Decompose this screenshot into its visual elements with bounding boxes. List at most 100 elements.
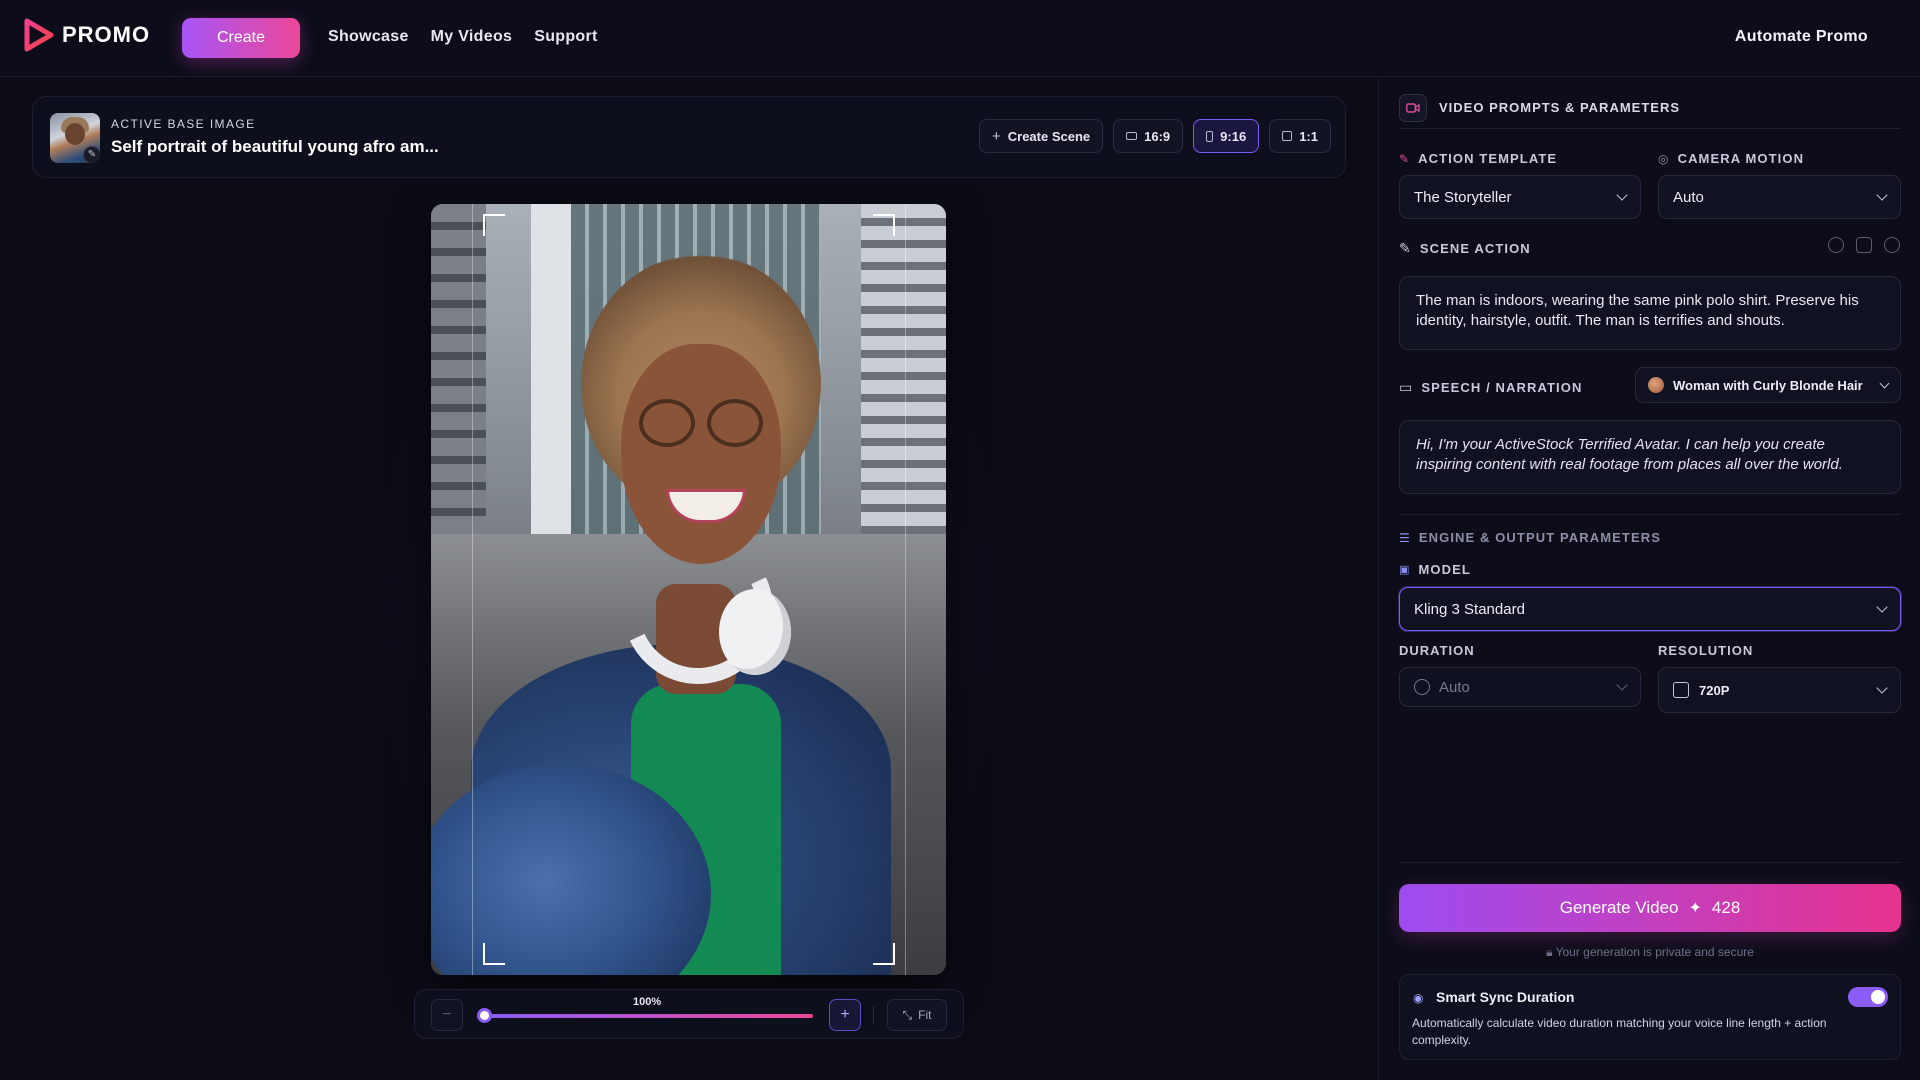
active-image-thumbnail[interactable]: ✎	[50, 113, 100, 163]
smart-sync-description: Automatically calculate video duration m…	[1412, 1016, 1827, 1047]
active-image-label: ACTIVE BASE IMAGE	[111, 117, 256, 131]
action-template-label: ✎ ACTION TEMPLATE	[1399, 151, 1557, 166]
zoom-slider-handle[interactable]	[477, 1008, 492, 1023]
toggle-knob	[1871, 990, 1885, 1004]
scene-action-textarea[interactable]: The man is indoors, wearing the same pin…	[1399, 276, 1901, 350]
panel-header: VIDEO PROMPTS & PARAMETERS	[1399, 87, 1901, 129]
panel-title: VIDEO PROMPTS & PARAMETERS	[1439, 100, 1681, 115]
main-nav: Showcase My Videos Support	[328, 28, 598, 46]
speech-narration-label: ▭ SPEECH / NARRATION	[1399, 379, 1582, 396]
privacy-note: 🔒︎ Your generation is private and secure	[1379, 945, 1920, 960]
ratio-9-16-button[interactable]: 9:16	[1193, 119, 1260, 153]
lock-icon: 🔒︎	[1546, 945, 1556, 959]
thumb-face	[65, 123, 85, 145]
promo-logo[interactable]: PROMO	[24, 18, 150, 52]
crop-corner-bottom-right[interactable]	[873, 943, 895, 965]
nav-showcase[interactable]: Showcase	[328, 28, 409, 46]
portrait-ratio-icon	[1206, 130, 1214, 142]
smart-sync-title: Smart Sync Duration	[1436, 989, 1575, 1005]
speech-textarea[interactable]: Hi, I'm your ActiveStock Terrified Avata…	[1399, 420, 1901, 494]
generate-label: Generate Video	[1559, 898, 1679, 917]
fit-label: Fit	[918, 1008, 932, 1022]
video-camera-icon	[1399, 93, 1427, 122]
model-select[interactable]: Kling 3 Standard	[1399, 587, 1901, 631]
create-scene-label: Create Scene	[1007, 128, 1091, 144]
duration-select[interactable]: Auto	[1399, 667, 1641, 707]
crop-corner-top-right[interactable]	[873, 214, 895, 236]
audio-wave-icon: ◉	[1413, 991, 1424, 1005]
flag-icon[interactable]	[1856, 237, 1872, 253]
privacy-note-text: Your generation is private and secure	[1555, 945, 1754, 959]
ratio-label: 1:1	[1299, 128, 1318, 144]
generate-video-button[interactable]: Generate Video ✦ 428	[1399, 884, 1901, 932]
action-template-select[interactable]: The Storyteller	[1399, 175, 1641, 219]
voice-select[interactable]: Woman with Curly Blonde Hair	[1635, 367, 1901, 403]
speech-bubble-icon: ▭	[1399, 379, 1414, 395]
zoom-slider-track[interactable]	[483, 1014, 813, 1018]
voice-avatar	[1648, 377, 1664, 393]
resolution-value-wrap: 720P	[1673, 682, 1729, 698]
canvas-toolbar: + Create Scene 16:9 9:16 1:1	[978, 119, 1331, 153]
sliders-icon: ☰	[1399, 530, 1411, 545]
scene-action-label: ✎ SCENE ACTION	[1399, 240, 1531, 257]
camera-motion-value: Auto	[1673, 188, 1704, 206]
panel-divider	[1399, 514, 1901, 515]
magic-wand-icon: ✎	[1399, 151, 1411, 166]
ratio-1-1-button[interactable]: 1:1	[1269, 119, 1331, 153]
voice-name: Woman with Curly Blonde Hair	[1673, 377, 1863, 393]
active-image-bar: ✎ ACTIVE BASE IMAGE Self portrait of bea…	[32, 96, 1346, 178]
clock-icon	[1414, 679, 1430, 695]
parameters-panel: VIDEO PROMPTS & PARAMETERS ✎ ACTION TEMP…	[1378, 77, 1920, 1080]
eye-icon[interactable]	[1828, 237, 1844, 253]
duration-label: DURATION	[1399, 643, 1475, 658]
film-icon	[1673, 682, 1689, 698]
create-button[interactable]: Create	[182, 18, 300, 58]
play-logo-icon	[24, 18, 54, 52]
chevron-down-icon	[1876, 601, 1888, 613]
scene-action-tools	[1828, 237, 1900, 253]
zoom-out-button[interactable]: −	[431, 999, 463, 1031]
chevron-down-icon	[1876, 682, 1888, 694]
model-label-text: MODEL	[1418, 562, 1471, 577]
crop-frame[interactable]	[472, 204, 906, 975]
landscape-ratio-icon	[1126, 132, 1138, 140]
sparkle-icon: ✦	[1688, 900, 1702, 917]
camera-icon: ◎	[1658, 151, 1670, 166]
engine-output-label: ☰ ENGINE & OUTPUT PARAMETERS	[1399, 530, 1661, 545]
generate-credits: 428	[1711, 898, 1741, 917]
crop-corner-top-left[interactable]	[483, 214, 505, 236]
fit-button[interactable]: ⤡ Fit	[887, 999, 947, 1031]
ratio-16-9-button[interactable]: 16:9	[1113, 119, 1184, 153]
zoom-in-button[interactable]: +	[829, 999, 861, 1031]
ratio-label: 9:16	[1220, 128, 1247, 144]
active-image-title: Self portrait of beautiful young afro am…	[111, 137, 439, 156]
camera-motion-label-text: CAMERA MOTION	[1677, 151, 1805, 166]
nav-my-videos[interactable]: My Videos	[431, 28, 513, 46]
scene-action-label-text: SCENE ACTION	[1419, 241, 1531, 256]
brand-name: PROMO	[62, 22, 151, 47]
ratio-label: 16:9	[1144, 128, 1171, 144]
crop-corner-bottom-left[interactable]	[483, 943, 505, 965]
chevron-down-icon	[1876, 189, 1888, 201]
model-label: ▣ MODEL	[1399, 562, 1471, 577]
chevron-down-icon	[1616, 679, 1628, 691]
zoom-controls: − 100% + ⤡ Fit	[414, 989, 964, 1039]
action-template-value: The Storyteller	[1414, 188, 1512, 206]
refresh-icon[interactable]	[1884, 237, 1900, 253]
camera-motion-select[interactable]: Auto	[1658, 175, 1901, 219]
smart-sync-toggle[interactable]	[1848, 987, 1888, 1007]
edit-pencil-icon[interactable]: ✎	[83, 146, 100, 163]
chevron-down-icon	[1616, 189, 1628, 201]
plus-icon: +	[991, 127, 1001, 145]
square-ratio-icon	[1282, 131, 1293, 141]
automate-promo-link[interactable]: Automate Promo	[1735, 28, 1868, 46]
engine-output-label-text: ENGINE & OUTPUT PARAMETERS	[1418, 530, 1662, 545]
duration-value-wrap: Auto	[1414, 679, 1470, 696]
pencil-icon: ✎	[1399, 240, 1412, 256]
create-scene-button[interactable]: + Create Scene	[978, 119, 1104, 153]
resolution-select[interactable]: 720P	[1658, 667, 1901, 713]
zoom-percent: 100%	[633, 996, 662, 1008]
nav-support[interactable]: Support	[534, 28, 597, 46]
camera-motion-label: ◎ CAMERA MOTION	[1658, 151, 1804, 166]
action-template-label-text: ACTION TEMPLATE	[1418, 151, 1558, 166]
